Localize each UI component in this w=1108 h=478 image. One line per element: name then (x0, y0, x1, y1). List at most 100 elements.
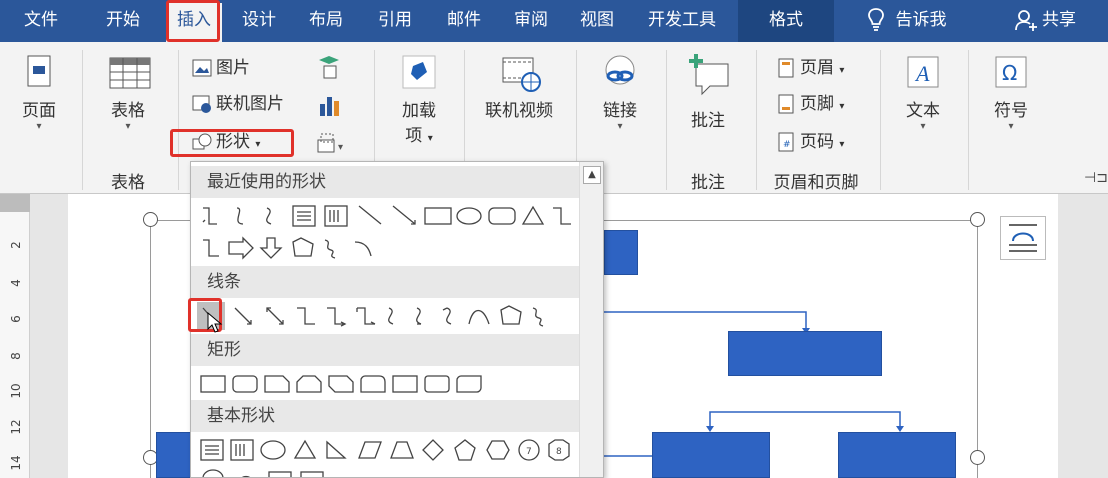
header-button[interactable]: 页眉 ▾ (776, 55, 844, 81)
flowchart-box[interactable] (838, 432, 956, 478)
lightbulb-icon (867, 8, 884, 31)
ruler-mark: 2 (9, 241, 23, 249)
ruler-mark: 10 (9, 383, 23, 399)
svg-text:A: A (914, 61, 930, 86)
vertical-ruler: 2 4 6 8 10 12 14 (0, 194, 30, 478)
page-label: 页面 (22, 101, 56, 121)
link-button[interactable]: 链接 ▾ (588, 52, 652, 133)
text-button[interactable]: A 文本 ▾ (892, 52, 954, 133)
addins-label-line2: 项 (405, 126, 423, 146)
share-button[interactable]: 共享 (998, 0, 1092, 42)
layout-options-button[interactable] (1000, 216, 1046, 260)
shapes-label: 形状 (216, 132, 250, 152)
chevron-down-icon: ▾ (36, 121, 42, 132)
chevron-down-icon: ▾ (839, 65, 845, 76)
online-picture-label: 联机图片 (216, 94, 284, 114)
textbox-icon: A (903, 52, 943, 92)
tab-file[interactable]: 文件 (10, 0, 72, 42)
chevron-down-icon: ▾ (427, 133, 433, 144)
omega-icon: Ω (991, 52, 1031, 92)
table-button[interactable]: 表格 ▾ (96, 52, 160, 133)
chevron-down-icon: ▾ (920, 121, 926, 132)
recent-shapes-row[interactable] (197, 202, 577, 230)
ruler-mark: 12 (9, 419, 23, 435)
smartart-icon[interactable] (316, 54, 342, 84)
separator (82, 50, 83, 190)
chevron-down-icon: ▾ (125, 121, 131, 132)
symbol-button[interactable]: Ω 符号 ▾ (980, 52, 1042, 133)
separator (178, 50, 179, 190)
tell-me-label: 告诉我 (895, 10, 947, 30)
tab-design[interactable]: 设计 (228, 0, 290, 42)
comment-button[interactable]: 批注 (676, 52, 740, 131)
dropdown-scrollbar[interactable]: ▲ (579, 162, 603, 477)
section-lines: 线条 (191, 266, 580, 298)
section-recent-shapes: 最近使用的形状 (191, 166, 580, 198)
online-video-button[interactable]: 联机视频 (476, 52, 562, 121)
shapes-button[interactable]: 形状 ▾ (192, 129, 260, 155)
flowchart-box[interactable] (156, 432, 192, 478)
picture-icon (192, 58, 212, 78)
screenshot-button[interactable]: ▾ (316, 130, 356, 160)
rectangles-row[interactable] (197, 370, 577, 398)
flowchart-box[interactable] (728, 331, 882, 376)
chevron-down-icon: ▾ (255, 139, 261, 150)
picture-button[interactable]: 图片 (192, 55, 250, 81)
basic-shapes-row[interactable]: 7 8 (197, 436, 577, 464)
screenshot-icon: ▾ (317, 133, 343, 153)
footer-button[interactable]: 页脚 ▾ (776, 91, 844, 117)
pin-ribbon-icon[interactable]: ⊣⊐ (1084, 170, 1108, 186)
tab-home[interactable]: 开始 (90, 0, 156, 42)
chevron-down-icon: ▾ (839, 101, 845, 112)
flowchart-box[interactable] (652, 432, 770, 478)
text-label: 文本 (906, 101, 940, 121)
basic-shapes-row-partial[interactable] (197, 466, 577, 478)
svg-text:8: 8 (556, 447, 562, 457)
tab-layout[interactable]: 布局 (296, 0, 356, 42)
shapes-icon (192, 132, 212, 152)
chevron-down-icon: ▾ (839, 139, 845, 150)
page-number-label: 页码 (800, 132, 834, 152)
symbol-label: 符号 (994, 101, 1028, 121)
separator (756, 50, 757, 190)
person-icon (1015, 10, 1037, 31)
share-label: 共享 (1042, 10, 1076, 30)
svg-text:▾: ▾ (338, 142, 343, 153)
ruler-mark: 8 (9, 352, 23, 360)
online-video-label: 联机视频 (485, 101, 553, 121)
ruler-mark: 14 (9, 455, 23, 471)
tab-format[interactable]: 格式 (738, 0, 834, 42)
mouse-cursor-icon (207, 312, 223, 333)
online-picture-button[interactable]: 联机图片 (192, 91, 284, 117)
chart-icon[interactable] (316, 92, 342, 122)
page-number-button[interactable]: # 页码 ▾ (776, 129, 844, 155)
addins-button[interactable]: 加载 项 ▾ (388, 52, 450, 146)
tab-view[interactable]: 视图 (568, 0, 626, 42)
tab-references[interactable]: 引用 (364, 0, 426, 42)
comment-label: 批注 (691, 111, 725, 131)
addins-label-line1: 加载 (402, 101, 436, 121)
tab-insert[interactable]: 插入 (166, 3, 222, 42)
page-icon (19, 52, 59, 92)
comment-icon (688, 52, 729, 96)
svg-text:#: # (783, 140, 791, 150)
tab-review[interactable]: 审阅 (502, 0, 560, 42)
picture-label: 图片 (216, 58, 250, 78)
ruler-mark: 4 (9, 279, 23, 287)
tell-me-button[interactable]: 告诉我 (846, 0, 966, 42)
lines-row[interactable] (197, 302, 577, 330)
tab-mailings[interactable]: 邮件 (432, 0, 496, 42)
wrap-text-icon (1009, 224, 1037, 252)
footer-icon (776, 94, 796, 114)
video-icon (499, 52, 541, 92)
tab-developer[interactable]: 开发工具 (634, 0, 730, 42)
chevron-down-icon: ▾ (1008, 121, 1014, 132)
separator (968, 50, 969, 190)
recent-shapes-row[interactable] (197, 234, 577, 262)
flowchart-box[interactable] (604, 230, 638, 275)
group-label-header-footer: 页眉和页脚 (773, 173, 859, 193)
scroll-up-arrow-icon[interactable]: ▲ (583, 166, 601, 184)
separator (880, 50, 881, 190)
page-button[interactable]: 页面 ▾ (12, 52, 66, 133)
svg-text:Ω: Ω (1002, 61, 1017, 85)
